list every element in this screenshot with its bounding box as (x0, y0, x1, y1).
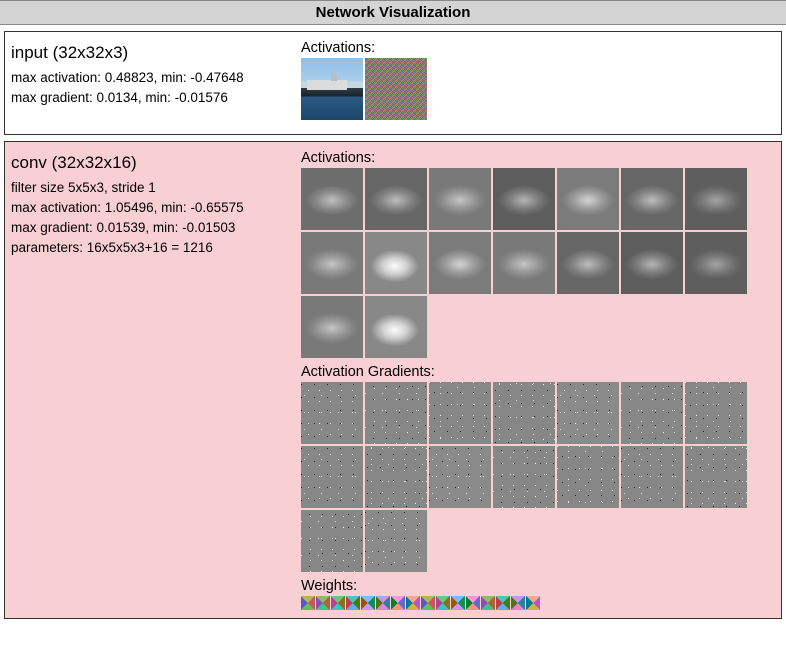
layer-content-conv: Activations: Activation Gradients: (301, 150, 775, 610)
activations-grid (301, 58, 775, 120)
layer-stat: filter size 5x5x3, stride 1 (11, 178, 291, 198)
activation-thumbnail (493, 168, 555, 230)
activation-thumbnail (621, 168, 683, 230)
activation-thumbnail (365, 232, 427, 294)
activation-thumbnail (557, 232, 619, 294)
weight-thumbnail (481, 596, 495, 610)
gradient-thumbnail (365, 510, 427, 572)
gradient-thumbnail (493, 446, 555, 508)
gradient-thumbnail (685, 446, 747, 508)
activation-thumbnail (365, 296, 427, 358)
weight-thumbnail (511, 596, 525, 610)
activation-thumbnail (301, 58, 363, 120)
layer-title: input (32x32x3) (11, 40, 291, 66)
gradient-thumbnail (429, 446, 491, 508)
activation-thumbnail (301, 296, 363, 358)
weight-thumbnail (406, 596, 420, 610)
section-label-activations: Activations: (301, 150, 775, 166)
gradient-thumbnail (493, 382, 555, 444)
gradient-thumbnail (301, 382, 363, 444)
section-label-gradients: Activation Gradients: (301, 364, 775, 380)
weight-thumbnail (361, 596, 375, 610)
gradient-thumbnail (301, 510, 363, 572)
gradient-thumbnail (621, 382, 683, 444)
weights-row (301, 596, 775, 610)
gradients-grid (301, 382, 761, 572)
section-label-activations: Activations: (301, 40, 775, 56)
page-title: Network Visualization (316, 4, 471, 21)
weight-thumbnail (346, 596, 360, 610)
activation-thumbnail (429, 232, 491, 294)
activations-grid (301, 168, 761, 358)
gradient-thumbnail (365, 382, 427, 444)
layer-title: conv (32x32x16) (11, 150, 291, 176)
activation-thumbnail (621, 232, 683, 294)
gradient-thumbnail (557, 382, 619, 444)
weight-thumbnail (301, 596, 315, 610)
activation-thumbnail (365, 58, 427, 120)
gradient-thumbnail (429, 382, 491, 444)
activation-thumbnail (301, 232, 363, 294)
gradient-thumbnail (621, 446, 683, 508)
layer-stat: parameters: 16x5x5x3+16 = 1216 (11, 238, 291, 258)
layer-stat: max gradient: 0.0134, min: -0.01576 (11, 88, 291, 108)
layer-stat: max activation: 1.05496, min: -0.65575 (11, 198, 291, 218)
section-label-weights: Weights: (301, 578, 775, 594)
weight-thumbnail (421, 596, 435, 610)
weight-thumbnail (466, 596, 480, 610)
weight-thumbnail (376, 596, 390, 610)
weight-thumbnail (331, 596, 345, 610)
weight-thumbnail (526, 596, 540, 610)
activation-thumbnail (301, 168, 363, 230)
activation-thumbnail (685, 232, 747, 294)
weight-thumbnail (496, 596, 510, 610)
activation-thumbnail (557, 168, 619, 230)
page-header: Network Visualization (0, 0, 786, 25)
weight-thumbnail (451, 596, 465, 610)
weight-thumbnail (436, 596, 450, 610)
layer-panel-input: input (32x32x3) max activation: 0.48823,… (4, 31, 782, 135)
gradient-thumbnail (301, 446, 363, 508)
layer-info-input: input (32x32x3) max activation: 0.48823,… (11, 40, 291, 108)
activation-thumbnail (365, 168, 427, 230)
weight-thumbnail (316, 596, 330, 610)
activation-thumbnail (429, 168, 491, 230)
gradient-thumbnail (365, 446, 427, 508)
layer-panel-conv: conv (32x32x16) filter size 5x5x3, strid… (4, 141, 782, 619)
layer-info-conv: conv (32x32x16) filter size 5x5x3, strid… (11, 150, 291, 259)
layer-content-input: Activations: (301, 40, 775, 126)
activation-thumbnail (685, 168, 747, 230)
layer-stat: max activation: 0.48823, min: -0.47648 (11, 68, 291, 88)
layer-stat: max gradient: 0.01539, min: -0.01503 (11, 218, 291, 238)
activation-thumbnail (493, 232, 555, 294)
weight-thumbnail (391, 596, 405, 610)
gradient-thumbnail (685, 382, 747, 444)
gradient-thumbnail (557, 446, 619, 508)
